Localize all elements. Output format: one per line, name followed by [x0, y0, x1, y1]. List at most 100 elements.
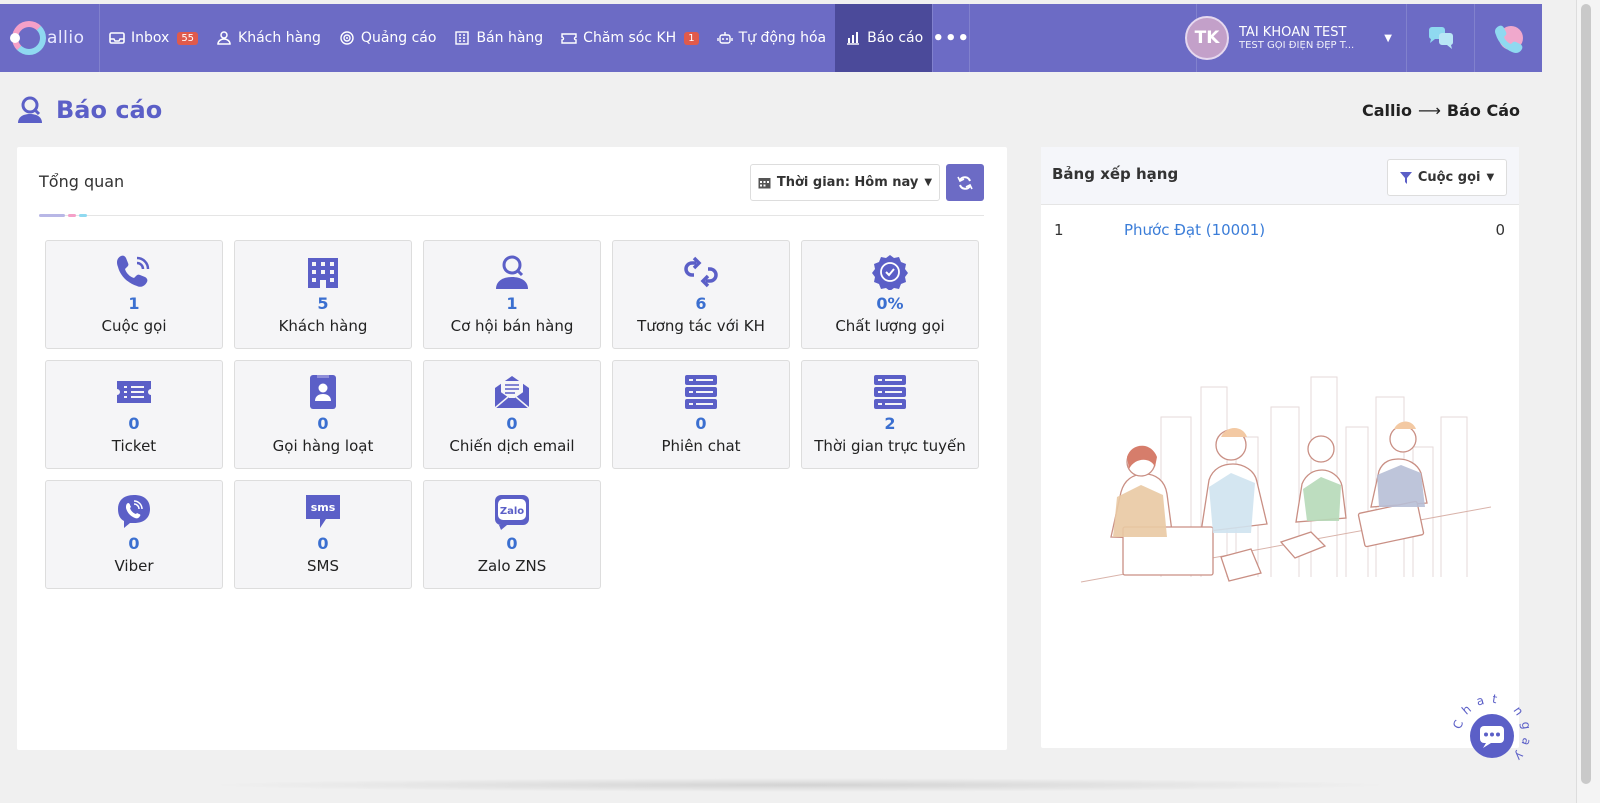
stat-card-viber[interactable]: 0 Viber	[45, 480, 223, 589]
nav-item-automation[interactable]: Tự động hóa	[708, 4, 836, 72]
agent-name-link[interactable]: Phước Đạt (10001)	[1124, 221, 1265, 239]
logo-mark-icon	[10, 21, 46, 55]
stat-value: 0	[317, 414, 329, 433]
filter-icon	[1399, 171, 1412, 184]
stat-card-tickets[interactable]: 0 Ticket	[45, 360, 223, 469]
rank-number: 1	[1054, 221, 1064, 239]
ranking-title: Bảng xếp hạng	[1052, 165, 1179, 183]
account-menu[interactable]: TK TÀI KHOẢN TEST TEST GỌI ĐIỆN ĐẸP T...…	[1185, 4, 1406, 72]
stat-value: 0	[317, 534, 329, 553]
inbox-count-badge: 55	[177, 31, 199, 45]
time-filter-dropdown[interactable]: Thời gian: Hôm nay ▼	[750, 164, 940, 201]
logo-text: allio	[47, 28, 85, 48]
rank-score: 0	[1495, 221, 1505, 239]
stat-label: Khách hàng	[278, 317, 368, 335]
nav-label: Inbox	[131, 30, 170, 46]
chevron-down-icon: ▼	[1384, 32, 1392, 44]
breadcrumb-current: Báo Cáo	[1446, 101, 1520, 120]
stat-label: Viber	[114, 557, 154, 575]
svg-text:sms: sms	[311, 501, 336, 514]
stat-card-bulk-calls[interactable]: 0 Gọi hàng loạt	[234, 360, 412, 469]
stat-label: Gọi hàng loạt	[272, 437, 374, 455]
ranking-filter-label: Cuộc gọi	[1417, 170, 1481, 185]
nav-item-ads[interactable]: Quảng cáo	[330, 4, 446, 72]
nav-item-reports[interactable]: Báo cáo	[835, 4, 933, 72]
more-menu-button[interactable]: •••	[932, 4, 971, 72]
nav-item-customers[interactable]: Khách hàng	[207, 4, 330, 72]
svg-text:Zalo: Zalo	[500, 506, 524, 517]
phone-call-icon	[117, 255, 150, 287]
chat-now-widget[interactable]: Chat ngay	[1450, 692, 1532, 775]
quality-badge-icon	[872, 255, 908, 290]
user-search-icon	[496, 255, 528, 289]
email-campaign-icon	[494, 376, 530, 409]
stat-card-interactions[interactable]: 6 Tương tác với KH	[612, 240, 790, 349]
server-list-icon	[874, 375, 906, 409]
chat-messages-button[interactable]	[1406, 4, 1474, 72]
divider	[39, 215, 984, 216]
stat-value: 0	[128, 414, 140, 433]
stat-label: Chiến dịch email	[449, 437, 575, 455]
page-header: Báo cáo	[16, 96, 162, 124]
callio-logo[interactable]: allio	[0, 4, 100, 72]
stat-label: Tương tác với KH	[637, 317, 765, 335]
stat-value: 0	[695, 414, 707, 433]
stat-card-calls[interactable]: 1 Cuộc gọi	[45, 240, 223, 349]
nav-label: Chăm sóc KH	[583, 30, 677, 46]
phone-icon	[1494, 25, 1523, 53]
stat-card-sales-opportunities[interactable]: 1 Cơ hội bán hàng	[423, 240, 601, 349]
account-subtitle: TEST GỌI ĐIỆN ĐẸP T...	[1239, 40, 1355, 51]
time-filter-label: Thời gian: Hôm nay	[776, 175, 919, 190]
chat-now-icon: Chat ngay	[1450, 692, 1528, 769]
nav-label: Khách hàng	[238, 30, 321, 46]
overview-panel: Tổng quan Thời gian: Hôm nay ▼ 1 Cuộc gọ…	[17, 147, 1007, 750]
customer-icon	[217, 31, 231, 45]
softphone-button[interactable]	[1474, 4, 1542, 72]
breadcrumb-root[interactable]: Callio	[1362, 101, 1412, 120]
stat-card-email-campaigns[interactable]: 0 Chiến dịch email	[423, 360, 601, 469]
stat-card-online-time[interactable]: 2 Thời gian trực tuyến	[801, 360, 979, 469]
stat-label: Zalo ZNS	[477, 557, 547, 575]
stat-card-sms[interactable]: sms 0 SMS	[234, 480, 412, 589]
top-navbar: allio Inbox 55 Khách hàng Quảng cáo Bán …	[0, 4, 1542, 72]
stat-label: Cơ hội bán hàng	[450, 317, 574, 335]
user-search-icon	[18, 96, 42, 123]
stats-grid: 1 Cuộc gọi 5 Khách hàng 1 Cơ hội bán hàn…	[45, 240, 979, 589]
nav-label: Bán hàng	[476, 30, 544, 46]
stat-value: 1	[506, 294, 518, 313]
robot-icon	[716, 32, 733, 44]
server-list-icon	[685, 375, 717, 409]
zalo-icon: Zalo	[495, 495, 529, 530]
ticket-icon	[117, 381, 151, 403]
window-scrollbar[interactable]	[1576, 0, 1600, 803]
stat-label: Chất lượng gọi	[835, 317, 945, 335]
stat-label: Phiên chat	[661, 437, 741, 455]
nav-item-inbox[interactable]: Inbox 55	[100, 4, 207, 72]
nav-label: Tự động hóa	[738, 30, 827, 46]
ranking-filter-dropdown[interactable]: Cuộc gọi ▼	[1387, 159, 1507, 196]
nav-item-customer-care[interactable]: Chăm sóc KH 1	[552, 4, 707, 72]
sms-icon: sms	[306, 495, 340, 528]
stat-label: Thời gian trực tuyến	[814, 437, 966, 455]
stat-card-zalo-zns[interactable]: Zalo 0 Zalo ZNS	[423, 480, 601, 589]
stat-value: 6	[695, 294, 707, 313]
stat-label: Ticket	[111, 437, 157, 455]
main-nav: Inbox 55 Khách hàng Quảng cáo Bán hàng C…	[100, 4, 971, 72]
chevron-down-icon: ▼	[924, 177, 933, 188]
stat-card-call-quality[interactable]: 0% Chất lượng gọi	[801, 240, 979, 349]
building-icon	[308, 258, 338, 288]
refresh-icon	[957, 175, 973, 190]
inbox-icon	[109, 32, 125, 44]
stat-label: Cuộc gọi	[101, 317, 167, 335]
stat-card-chat-sessions[interactable]: 0 Phiên chat	[612, 360, 790, 469]
refresh-button[interactable]	[946, 164, 984, 201]
stat-card-customers[interactable]: 5 Khách hàng	[234, 240, 412, 349]
nav-item-sales[interactable]: Bán hàng	[445, 4, 552, 72]
ranking-row: 1 Phước Đạt (10001) 0	[1041, 221, 1519, 243]
calendar-icon	[758, 178, 771, 189]
page-title: Báo cáo	[56, 96, 163, 124]
chevron-down-icon: ▼	[1486, 172, 1495, 183]
interaction-arrows-icon	[684, 256, 718, 288]
contact-book-icon	[310, 375, 336, 409]
chat-bubbles-icon	[1428, 27, 1453, 49]
